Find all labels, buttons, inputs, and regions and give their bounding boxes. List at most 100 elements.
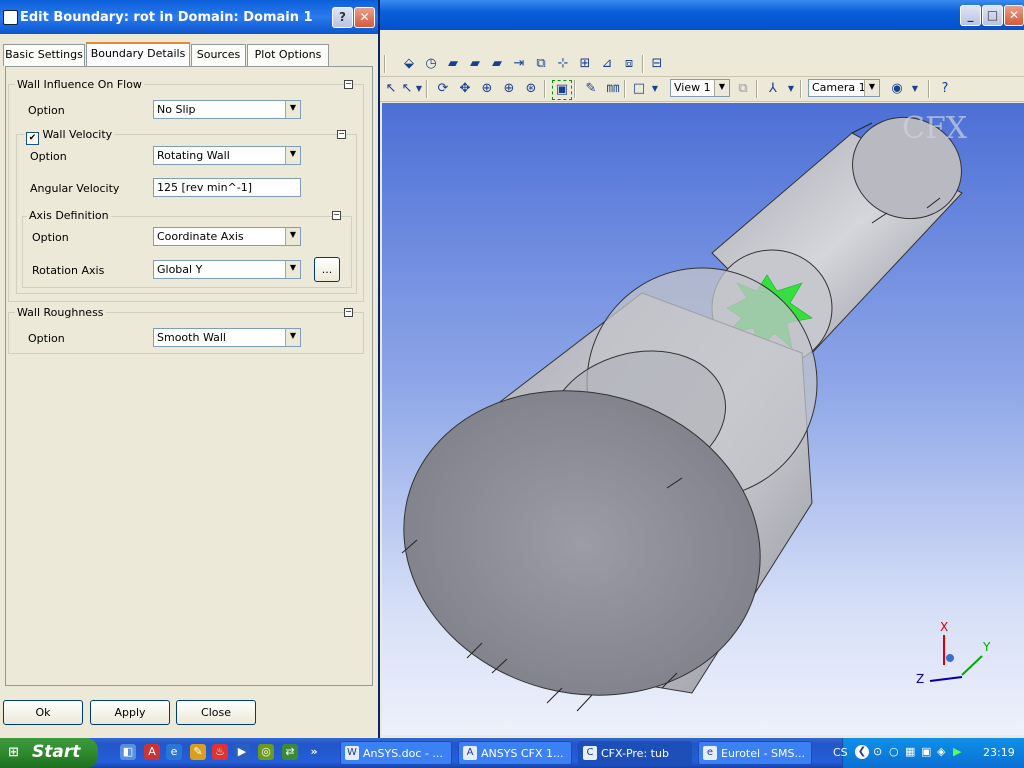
interface-icon[interactable]: ⇥ xyxy=(510,55,528,73)
initialization-icon[interactable]: ⊹ xyxy=(554,55,572,73)
tray-shield-icon[interactable]: ◈ xyxy=(937,745,945,758)
write-solver-file-icon[interactable]: ⊟ xyxy=(648,55,666,73)
quicklaunch-media-icon[interactable]: ▶ xyxy=(234,744,250,760)
quicklaunch-acrobat-icon[interactable]: A xyxy=(144,744,160,760)
probe-icon[interactable]: ✎ xyxy=(582,80,600,98)
wall-velocity-option-label: Option xyxy=(30,150,67,163)
browser-icon: e xyxy=(703,746,717,760)
tray-circle-icon[interactable]: ○ xyxy=(889,745,899,758)
rotation-axis-select[interactable]: Global Y ▼ xyxy=(153,260,301,279)
tab-basic-settings[interactable]: Basic Settings xyxy=(3,44,85,66)
timestep-icon[interactable]: ◷ xyxy=(422,55,440,73)
help-button[interactable]: ? xyxy=(332,7,353,28)
zoom-icon[interactable]: ⊕ xyxy=(478,80,496,98)
boundary-icon[interactable]: ▰ xyxy=(488,55,506,73)
help-cursor-icon[interactable]: ? xyxy=(936,80,954,98)
tray-play-icon[interactable]: ▶ xyxy=(953,745,961,758)
ok-button[interactable]: Ok xyxy=(3,700,83,725)
axis-definition-title: Axis Definition xyxy=(27,209,111,222)
domain-icon[interactable]: ▰ xyxy=(444,55,462,73)
subdomain-icon[interactable]: ▰ xyxy=(466,55,484,73)
label-icon[interactable]: ㎜ xyxy=(604,80,622,98)
dialog-titlebar: Edit Boundary: rot in Domain: Domain 1 ?… xyxy=(0,0,378,34)
rotate-icon[interactable]: ⟳ xyxy=(434,80,452,98)
tray-display-icon[interactable]: ▣ xyxy=(921,745,931,758)
axis-option-select[interactable]: Coordinate Axis ▼ xyxy=(153,227,301,246)
solver-control-icon[interactable]: ⊿ xyxy=(598,55,616,73)
tab-sources[interactable]: Sources xyxy=(191,44,246,66)
task-button-eurotel[interactable]: e Eurotel - SMS... xyxy=(698,741,812,765)
zoom-box-icon[interactable]: ⊕ xyxy=(500,80,518,98)
tray-network-icon[interactable]: ▦ xyxy=(905,745,915,758)
language-indicator[interactable]: CS xyxy=(833,746,848,759)
quicklaunch-tool-icon[interactable]: ✎ xyxy=(190,744,206,760)
task-label: AnSYS.doc - ... xyxy=(363,747,443,760)
mesh-adaption-icon[interactable]: ⊞ xyxy=(576,55,594,73)
eye-icon[interactable]: ◉ xyxy=(888,80,906,98)
layout-dropdown-icon[interactable]: ▼ xyxy=(646,80,664,98)
angular-velocity-label: Angular Velocity xyxy=(30,182,120,195)
collapse-icon[interactable]: − xyxy=(337,130,346,139)
wall-velocity-option-select[interactable]: Rotating Wall ▼ xyxy=(153,146,301,165)
tray-acrobat-icon[interactable]: ⊙ xyxy=(873,745,882,758)
wall-roughness-option-value: Smooth Wall xyxy=(157,331,226,344)
collapse-icon[interactable]: − xyxy=(332,211,341,220)
quicklaunch-app-icon[interactable]: ◎ xyxy=(258,744,274,760)
axis-orientation-icon[interactable]: ⅄ xyxy=(764,80,782,98)
quicklaunch-desktop-icon[interactable]: ◧ xyxy=(120,744,136,760)
view-select[interactable]: View 1 ▼ xyxy=(670,79,730,97)
quicklaunch-network-icon[interactable]: ⇄ xyxy=(282,744,298,760)
collapse-icon[interactable]: − xyxy=(344,80,353,89)
dialog-close-button[interactable]: ✕ xyxy=(354,7,375,28)
close-button[interactable]: Close xyxy=(176,700,256,725)
task-label: Eurotel - SMS... xyxy=(721,747,805,760)
task-button-word[interactable]: W AnSYS.doc - ... xyxy=(340,741,452,765)
insert-location-icon[interactable]: ⬙ xyxy=(400,55,418,73)
camera-select-value: Camera 1 xyxy=(812,81,866,94)
app-close-button[interactable]: ✕ xyxy=(1004,5,1024,26)
clock: 23:19 xyxy=(983,746,1015,759)
axis-dropdown-icon[interactable]: ▼ xyxy=(782,80,800,98)
wall-velocity-title: Wall Velocity xyxy=(42,128,113,141)
chevron-down-icon: ▼ xyxy=(285,261,300,278)
tab-plot-options[interactable]: Plot Options xyxy=(247,44,329,66)
source-point-icon[interactable]: ⧉ xyxy=(532,55,550,73)
dialog-app-icon xyxy=(3,10,18,25)
quicklaunch-ie-icon[interactable]: e xyxy=(166,744,182,760)
apply-button[interactable]: Apply xyxy=(90,700,170,725)
browse-axis-button[interactable]: ... xyxy=(314,257,340,282)
axis-option-value: Coordinate Axis xyxy=(157,230,244,243)
chevron-down-icon: ▼ xyxy=(285,101,300,118)
task-button-ansys[interactable]: A ANSYS CFX 1... xyxy=(458,741,572,765)
task-button-cfx-pre[interactable]: C CFX-Pre: tub xyxy=(578,741,692,765)
maximize-button[interactable]: □ xyxy=(982,5,1003,26)
pan-icon[interactable]: ✥ xyxy=(456,80,474,98)
wall-influence-option-select[interactable]: No Slip ▼ xyxy=(153,100,301,119)
eye-dropdown-icon[interactable]: ▼ xyxy=(906,80,924,98)
cfx-watermark: CFX xyxy=(902,111,968,146)
output-control-icon[interactable]: ⧈ xyxy=(620,55,638,73)
tray-expand-icon[interactable]: ❮ xyxy=(855,745,869,759)
toolbar-separator xyxy=(384,55,386,73)
wall-velocity-checkbox[interactable]: ✔ xyxy=(26,132,39,145)
minimize-button[interactable]: _ xyxy=(960,5,981,26)
sync-views-icon[interactable]: ⧉ xyxy=(734,80,752,98)
task-label: CFX-Pre: tub xyxy=(601,747,669,760)
3d-viewport[interactable]: CFX X Y Z xyxy=(382,103,1024,735)
rotation-axis-value: Global Y xyxy=(157,263,203,276)
camera-select[interactable]: Camera 1 ▼ xyxy=(808,79,880,97)
zoom-fit-icon[interactable]: ⊛ xyxy=(522,80,540,98)
wall-velocity-option-value: Rotating Wall xyxy=(157,149,230,162)
tab-boundary-details[interactable]: Boundary Details xyxy=(86,42,190,67)
quicklaunch-more-button[interactable]: » xyxy=(306,744,322,760)
start-button[interactable]: ⊞ Start xyxy=(0,738,98,768)
wall-velocity-header: ✔ Wall Velocity xyxy=(24,128,115,145)
highlight-icon[interactable]: ▣ xyxy=(552,80,572,100)
wall-roughness-title: Wall Roughness xyxy=(15,306,106,319)
wall-roughness-option-select[interactable]: Smooth Wall ▼ xyxy=(153,328,301,347)
angular-velocity-input[interactable]: 125 [rev min^-1] xyxy=(153,178,301,197)
wall-influence-option-value: No Slip xyxy=(157,103,196,116)
collapse-icon[interactable]: − xyxy=(344,308,353,317)
start-label: Start xyxy=(32,742,81,762)
quicklaunch-flame-icon[interactable]: ♨ xyxy=(212,744,228,760)
